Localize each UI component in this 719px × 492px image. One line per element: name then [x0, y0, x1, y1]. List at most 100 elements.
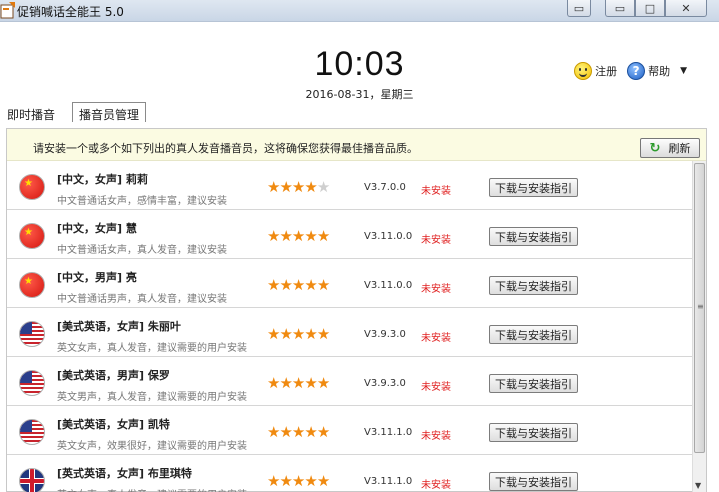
star-icon: ★	[316, 325, 330, 343]
version-text: V3.11.1.0	[364, 476, 413, 487]
list-item: [美式英语，女声] 朱丽叶 英文女声，真人发音，建议需要的用户安装 ★★★★★ V3.…	[7, 308, 693, 357]
rating-stars: ★★★★★	[267, 178, 330, 196]
announcer-description: 中文普通话女声，感情丰富，建议安装	[57, 196, 227, 207]
install-status: 未安装	[421, 186, 451, 197]
version-text: V3.11.1.0	[364, 427, 413, 438]
announcer-description: 中文普通话男声，真人发音，建议安装	[57, 294, 227, 305]
chevron-down-icon[interactable]: ▼	[680, 66, 687, 76]
star-icon: ★	[267, 374, 280, 392]
help-icon: ?	[627, 62, 646, 80]
star-icon: ★	[279, 374, 292, 392]
help-label: 帮助	[648, 65, 671, 78]
version-text: V3.11.0.0	[364, 231, 413, 242]
restore-icon[interactable]: ▭	[567, 0, 591, 17]
star-icon: ★	[304, 423, 317, 441]
maximize-button[interactable]: □	[635, 0, 665, 17]
announcer-list: [中文，女声] 莉莉中文普通话女声，感情丰富，建议安装★★★★★V3.7.0.0…	[7, 161, 693, 492]
help-link[interactable]: ? 帮助	[627, 62, 670, 80]
star-icon: ★	[267, 423, 280, 441]
refresh-label: 刷新	[668, 142, 691, 155]
rating-stars: ★★★★★	[267, 472, 330, 490]
star-icon: ★	[291, 178, 305, 196]
announcer-description: 英文女声，真人发音，建议需要的用户安装	[57, 343, 247, 354]
star-icon: ★	[316, 227, 330, 245]
star-icon: ★	[316, 374, 330, 392]
announcer-description: 英文女声，效果很好，建议需要的用户安装	[57, 441, 247, 452]
announcer-panel: 请安装一个或多个如下列出的真人发音播音员，这将确保您获得最佳播音品质。 ↻ 刷新…	[6, 128, 707, 492]
install-status: 未安装	[421, 480, 451, 491]
star-icon: ★	[291, 276, 305, 294]
top-actions: 注册 ? 帮助 ▼	[568, 62, 687, 80]
download-install-button[interactable]: 下载与安装指引	[489, 276, 578, 295]
version-text: V3.9.3.0	[364, 378, 406, 389]
version-text: V3.11.0.0	[364, 280, 413, 291]
smile-icon	[574, 62, 593, 80]
star-icon: ★	[279, 423, 292, 441]
star-icon: ★	[316, 178, 330, 196]
minimize-button[interactable]: ▭	[605, 0, 635, 17]
announcer-name: [中文，男声] 亮	[57, 271, 137, 284]
announcer-description: 英文女声，真人发音，建议需要的用户安装	[57, 486, 247, 492]
star-icon: ★	[279, 325, 292, 343]
star-icon: ★	[291, 423, 305, 441]
star-icon: ★	[291, 472, 305, 490]
refresh-icon: ↻	[649, 140, 661, 156]
announcer-name: [美式英语，男声] 保罗	[57, 369, 170, 382]
usa-flag-icon	[19, 419, 45, 445]
uk-flag-icon	[19, 468, 45, 492]
announcer-description: 英文男声，真人发音，建议需要的用户安装	[57, 392, 247, 403]
title-bar: 促销喊话全能王 5.0 ▭ ▭ □ ✕	[0, 0, 719, 22]
scrollbar-thumb[interactable]: ≡	[694, 163, 705, 453]
star-icon: ★	[291, 325, 305, 343]
install-status: 未安装	[421, 284, 451, 295]
usa-flag-icon	[19, 370, 45, 396]
star-icon: ★	[304, 325, 317, 343]
list-item: [英式英语，女声] 布里琪特英文女声，真人发音，建议需要的用户安装★★★★★V3…	[7, 455, 693, 492]
rating-stars: ★★★★★	[267, 374, 330, 392]
register-link[interactable]: 注册	[574, 62, 617, 80]
download-install-button[interactable]: 下载与安装指引	[489, 325, 578, 344]
tab-instant-broadcast[interactable]: 即时播音	[0, 102, 62, 122]
announcer-description: 中文普通话女声，真人发音，建议安装	[57, 245, 227, 256]
download-install-button[interactable]: 下载与安装指引	[489, 178, 578, 197]
download-install-button[interactable]: 下载与安装指引	[489, 227, 578, 246]
announcer-name: [中文，女声] 莉莉	[57, 173, 148, 186]
announcer-name: [美式英语，女声] 朱丽叶	[57, 320, 181, 333]
star-icon: ★	[267, 325, 280, 343]
install-status: 未安装	[421, 333, 451, 344]
version-text: V3.9.3.0	[364, 329, 406, 340]
scroll-down-icon[interactable]: ▼	[695, 481, 701, 490]
rating-stars: ★★★★★	[267, 423, 330, 441]
register-label: 注册	[595, 65, 618, 78]
tab-bar: 即时播音 播音员管理	[0, 102, 147, 122]
list-item: [美式英语，女声] 凯特 英文女声，效果很好，建议需要的用户安装 ★★★★★ V3.1…	[7, 406, 693, 455]
star-icon: ★	[267, 227, 280, 245]
rating-stars: ★★★★★	[267, 276, 330, 294]
list-item: [中文，男声] 亮中文普通话男声，真人发音，建议安装★★★★★V3.11.0.0…	[7, 259, 693, 308]
rating-stars: ★★★★★	[267, 227, 330, 245]
star-icon: ★	[267, 276, 280, 294]
announcer-name: [中文，女声] 慧	[57, 222, 137, 235]
list-item: [中文，女声] 慧中文普通话女声，真人发音，建议安装★★★★★V3.11.0.0…	[7, 210, 693, 259]
close-button[interactable]: ✕	[665, 0, 707, 17]
download-install-button[interactable]: 下载与安装指引	[489, 423, 578, 442]
app-icon	[0, 2, 15, 19]
refresh-button[interactable]: ↻ 刷新	[640, 138, 700, 158]
download-install-button[interactable]: 下载与安装指引	[489, 374, 578, 393]
grip-icon: ≡	[697, 302, 704, 311]
star-icon: ★	[291, 374, 305, 392]
download-install-button[interactable]: 下载与安装指引	[489, 472, 578, 491]
star-icon: ★	[279, 472, 292, 490]
announcer-name: [美式英语，女声] 凯特	[57, 418, 170, 431]
tab-announcer-management[interactable]: 播音员管理	[72, 102, 147, 122]
window-title: 促销喊话全能王 5.0	[17, 5, 124, 19]
vertical-scrollbar[interactable]: ≡ ▼	[692, 161, 706, 492]
install-status: 未安装	[421, 235, 451, 246]
list-item: [美式英语，男声] 保罗英文男声，真人发音，建议需要的用户安装 ★★★★★ V3.9…	[7, 357, 693, 406]
star-icon: ★	[304, 472, 317, 490]
star-icon: ★	[304, 178, 317, 196]
star-icon: ★	[291, 227, 305, 245]
star-icon: ★	[316, 423, 330, 441]
clock-date: 2016-08-31，星期三	[305, 88, 414, 101]
star-icon: ★	[279, 178, 292, 196]
